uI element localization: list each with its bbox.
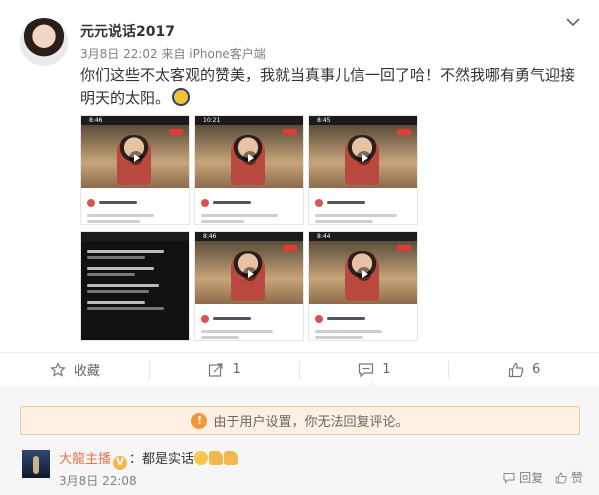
weibo-post-card: 元元说话2017 3月8日 22:02 来自 iPhone客户端 你们这些不太客… [0, 0, 599, 495]
thumb-status [81, 232, 189, 241]
verified-badge-icon: V [113, 456, 128, 470]
comment-icon [359, 362, 374, 377]
notice-text: 由于用户设置，你无法回复评论。 [213, 415, 409, 430]
thumb-status: 8:46 [195, 232, 303, 241]
grid-image[interactable] [80, 231, 190, 341]
grin-emoji-icon [194, 451, 209, 465]
favorite-button[interactable]: 收藏 [0, 353, 150, 386]
grid-image[interactable]: 8:46 [80, 115, 190, 225]
sun-emoji-icon [172, 88, 191, 106]
comment-disabled-notice: ! 由于用户设置，你无法回复评论。 [20, 406, 580, 435]
post-meta: 3月8日 22:02 来自 iPhone客户端 [80, 47, 266, 61]
post-action-bar: 收藏 1 1 6 [0, 352, 599, 386]
comment-line: 大龍主播 V ：都是实话 [59, 448, 239, 470]
forward-icon [209, 362, 224, 377]
comment-like-label: 赞 [570, 471, 583, 485]
comment-time: 3月8日 22:08 [59, 474, 137, 488]
commenter-avatar[interactable] [22, 450, 50, 478]
star-icon [50, 361, 66, 377]
grid-image[interactable]: 8:45 [308, 115, 418, 225]
grid-image[interactable]: 10:21 [194, 115, 304, 225]
post-body: 你们这些不太客观的赞美，我就当真事儿信一回了哈！不然我哪有勇气迎接明天的太阳。 [80, 66, 576, 107]
reply-label: 回复 [519, 471, 544, 485]
commenter-name[interactable]: 大龍主播 [59, 452, 111, 467]
post-username[interactable]: 元元说话2017 [80, 21, 175, 41]
thumbs-up-icon [508, 362, 524, 377]
like-button[interactable]: 6 [449, 353, 599, 386]
comment-like-button[interactable]: 赞 [555, 469, 583, 486]
image-grid: 8:46 10:21 8:45 8:46 8:44 [80, 115, 420, 342]
thumbs-up-emoji-icon [224, 451, 239, 465]
comment-text: ：都是实话 [129, 452, 195, 467]
post-text: 你们这些不太客观的赞美，我就当真事儿信一回了哈！不然我哪有勇气迎接明天的太阳。 [80, 64, 578, 110]
thumb-status: 10:21 [195, 116, 303, 125]
forward-button[interactable]: 1 [150, 353, 300, 386]
user-avatar[interactable] [20, 18, 68, 66]
thumb-status: 8:46 [81, 116, 189, 125]
like-count: 6 [531, 362, 541, 377]
grid-image[interactable]: 8:44 [308, 231, 418, 341]
reply-icon [503, 472, 515, 484]
reply-button[interactable]: 回复 [503, 469, 543, 486]
thumb-status: 8:45 [309, 116, 417, 125]
favorite-label: 收藏 [73, 364, 100, 379]
thumbs-up-emoji-icon [209, 451, 224, 465]
grid-image[interactable]: 8:46 [194, 231, 304, 341]
chevron-down-icon[interactable] [565, 14, 581, 30]
comment-actions: 回复 赞 [503, 469, 583, 486]
comment-count: 1 [382, 362, 391, 377]
forward-count: 1 [232, 362, 241, 377]
warning-icon: ! [191, 412, 208, 429]
comment-section: ! 由于用户设置，你无法回复评论。 大龍主播 V ：都是实话 3月8日 22:08 … [0, 386, 599, 495]
thumbs-up-icon [555, 472, 567, 483]
thumb-status: 8:44 [309, 232, 417, 241]
